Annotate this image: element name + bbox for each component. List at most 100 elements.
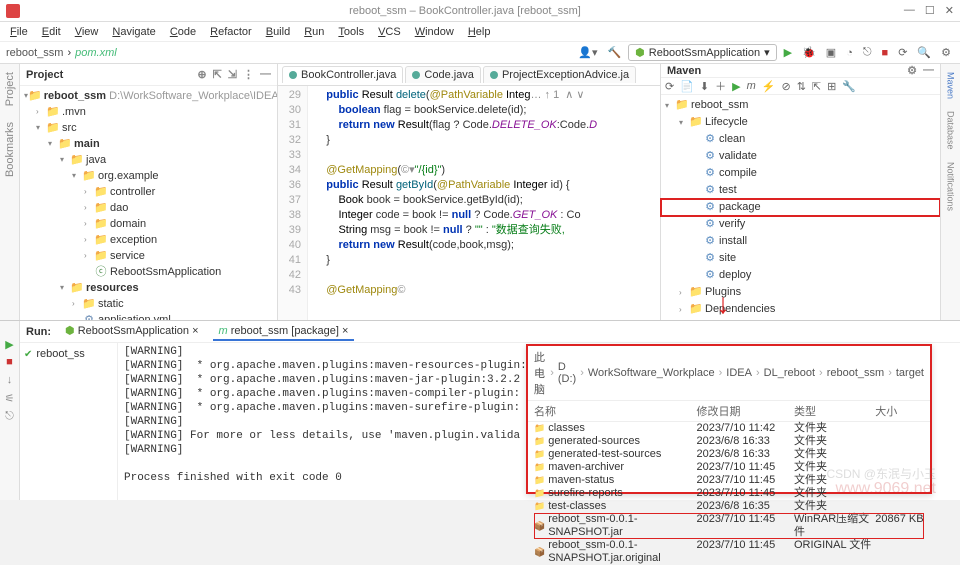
- gear-icon[interactable]: ⚙: [938, 46, 954, 59]
- maven-tab[interactable]: Maven: [946, 68, 956, 103]
- tree-item[interactable]: ›📁static: [20, 296, 277, 312]
- maven-item-install[interactable]: ⚙install: [661, 233, 940, 250]
- menu-navigate[interactable]: Navigate: [106, 24, 161, 40]
- rerun-icon[interactable]: ▶: [3, 337, 17, 351]
- maven-tree[interactable]: ▾📁reboot_ssm▾📁Lifecycle⚙clean⚙validate⚙c…: [661, 95, 940, 320]
- filter-icon[interactable]: ⚟: [3, 391, 17, 405]
- hide-icon[interactable]: ―: [260, 68, 271, 81]
- project-tree[interactable]: ▾📁reboot_ssm D:\WorkSoftware_Workplace\I…: [20, 86, 277, 320]
- tree-item[interactable]: ›📁controller: [20, 184, 277, 200]
- maven-item-deploy[interactable]: ⚙deploy: [661, 267, 940, 284]
- maximize-icon[interactable]: ☐: [925, 4, 935, 17]
- explorer-row[interactable]: 📁surefire-reports2023/7/10 11:45文件夹: [534, 487, 924, 500]
- profile-icon[interactable]: ◔: [843, 47, 856, 59]
- explorer-crumb[interactable]: 此电脑: [534, 349, 546, 397]
- tree-item[interactable]: ▾📁reboot_ssm D:\WorkSoftware_Workplace\I…: [20, 88, 277, 104]
- explorer-crumb[interactable]: target: [896, 367, 924, 379]
- tree-item[interactable]: ›📁exception: [20, 232, 277, 248]
- stop-icon[interactable]: ■: [3, 355, 17, 369]
- explorer-row[interactable]: 📁maven-archiver2023/7/10 11:45文件夹: [534, 461, 924, 474]
- maven-item-compile[interactable]: ⚙compile: [661, 165, 940, 182]
- notifications-tab[interactable]: Notifications: [946, 158, 956, 215]
- menu-window[interactable]: Window: [409, 24, 460, 40]
- explorer-rows[interactable]: 📁classes2023/7/10 11:42文件夹📁generated-sou…: [528, 422, 930, 565]
- search-icon[interactable]: 🔍: [914, 46, 934, 59]
- editor-tab[interactable]: ProjectExceptionAdvice.ja: [483, 66, 636, 83]
- vcs-icon[interactable]: ⟳: [895, 46, 910, 59]
- tree-item[interactable]: ▾📁java: [20, 152, 277, 168]
- menu-code[interactable]: Code: [164, 24, 202, 40]
- project-tab[interactable]: Project: [4, 68, 16, 110]
- collapse-all-icon[interactable]: ⇱: [812, 80, 821, 93]
- tree-item[interactable]: ▾📁org.example: [20, 168, 277, 184]
- generate-icon[interactable]: 📄: [680, 80, 694, 93]
- explorer-row[interactable]: 📁maven-status2023/7/10 11:45文件夹: [534, 474, 924, 487]
- graph-icon[interactable]: ⊞: [827, 80, 836, 93]
- reload-icon[interactable]: ⟳: [665, 80, 674, 93]
- tree-item[interactable]: ›📁service: [20, 248, 277, 264]
- run-tab-app[interactable]: ⬢ RebootSsmApplication ×: [59, 322, 204, 341]
- editor-tab[interactable]: Code.java: [405, 66, 481, 83]
- stop-icon[interactable]: ■: [879, 47, 892, 59]
- menu-build[interactable]: Build: [260, 24, 296, 40]
- maven-item-validate[interactable]: ⚙validate: [661, 148, 940, 165]
- tree-item[interactable]: ⓒRebootSsmApplication: [20, 264, 277, 280]
- maven-item-site[interactable]: ⚙site: [661, 250, 940, 267]
- explorer-row[interactable]: 📦reboot_ssm-0.0.1-SNAPSHOT.jar.original2…: [534, 539, 924, 565]
- toggle-m-icon[interactable]: m: [747, 80, 756, 92]
- tree-item[interactable]: ›📁.mvn: [20, 104, 277, 120]
- offline-icon[interactable]: ⇅: [797, 80, 806, 93]
- tree-item[interactable]: ›📁domain: [20, 216, 277, 232]
- menu-view[interactable]: View: [69, 24, 105, 40]
- debug-icon[interactable]: 🐞: [799, 46, 819, 59]
- maven-item-clean[interactable]: ⚙clean: [661, 131, 940, 148]
- add-icon[interactable]: ＋: [715, 78, 726, 94]
- editor-tab[interactable]: BookController.java: [282, 66, 403, 83]
- select-opened-icon[interactable]: ⊕: [197, 68, 206, 81]
- menu-refactor[interactable]: Refactor: [204, 24, 258, 40]
- attach-icon[interactable]: ⎋: [860, 46, 875, 59]
- download-icon[interactable]: ⬇: [700, 80, 709, 93]
- minimize-icon[interactable]: ―: [904, 4, 915, 17]
- wrench-icon[interactable]: 🔧: [842, 80, 856, 93]
- maven-item-test[interactable]: ⚙test: [661, 182, 940, 199]
- close-icon[interactable]: ✕: [945, 4, 954, 17]
- expand-icon[interactable]: ⇱: [213, 68, 222, 81]
- explorer-crumb[interactable]: WorkSoftware_Workplace: [588, 367, 715, 379]
- menu-edit[interactable]: Edit: [36, 24, 67, 40]
- bookmarks-tab[interactable]: Bookmarks: [4, 118, 16, 181]
- code-editor[interactable]: public Result delete(@PathVariable Integ…: [308, 86, 660, 320]
- hide-icon[interactable]: ―: [923, 64, 934, 77]
- tree-item[interactable]: ▾📁src: [20, 120, 277, 136]
- hammer-icon[interactable]: 🔨: [604, 46, 624, 59]
- user-icon[interactable]: 👤▾: [575, 46, 600, 59]
- explorer-row[interactable]: 📦reboot_ssm-0.0.1-SNAPSHOT.jar2023/7/10 …: [534, 513, 924, 539]
- gear-icon[interactable]: ⚙: [907, 64, 917, 77]
- export-icon[interactable]: ⎋: [3, 409, 17, 423]
- menu-tools[interactable]: Tools: [332, 24, 370, 40]
- tree-item[interactable]: ▾📁main: [20, 136, 277, 152]
- maven-item-reboot_ssm[interactable]: ▾📁reboot_ssm: [661, 97, 940, 114]
- tree-item[interactable]: ›📁dao: [20, 200, 277, 216]
- explorer-row[interactable]: 📁test-classes2023/6/8 16:35文件夹: [534, 500, 924, 513]
- explorer-row[interactable]: 📁generated-test-sources2023/6/8 16:33文件夹: [534, 448, 924, 461]
- maven-item-verify[interactable]: ⚙verify: [661, 216, 940, 233]
- skip-tests-icon[interactable]: ⊘: [781, 80, 790, 93]
- explorer-crumb[interactable]: D (D:): [558, 361, 576, 385]
- menu-run[interactable]: Run: [298, 24, 330, 40]
- database-tab[interactable]: Database: [946, 107, 956, 154]
- down-icon[interactable]: ↓: [3, 373, 17, 387]
- tree-item[interactable]: ⚙application.yml: [20, 312, 277, 320]
- play-icon[interactable]: ▶: [732, 80, 740, 93]
- maven-item-plugins[interactable]: ›📁Plugins: [661, 284, 940, 301]
- breadcrumb-file[interactable]: pom.xml: [75, 47, 117, 59]
- tree-item[interactable]: ▾📁resources: [20, 280, 277, 296]
- menu-file[interactable]: File: [4, 24, 34, 40]
- run-config-selector[interactable]: ⬢ RebootSsmApplication ▾: [628, 44, 776, 61]
- coverage-icon[interactable]: ▣: [823, 46, 839, 59]
- run-icon[interactable]: ▶: [781, 46, 795, 59]
- execute-icon[interactable]: ⚡: [762, 80, 776, 93]
- collapse-icon[interactable]: ⇲: [228, 68, 237, 81]
- breadcrumb-project[interactable]: reboot_ssm: [6, 47, 63, 59]
- gear-icon[interactable]: ⋮: [243, 68, 254, 81]
